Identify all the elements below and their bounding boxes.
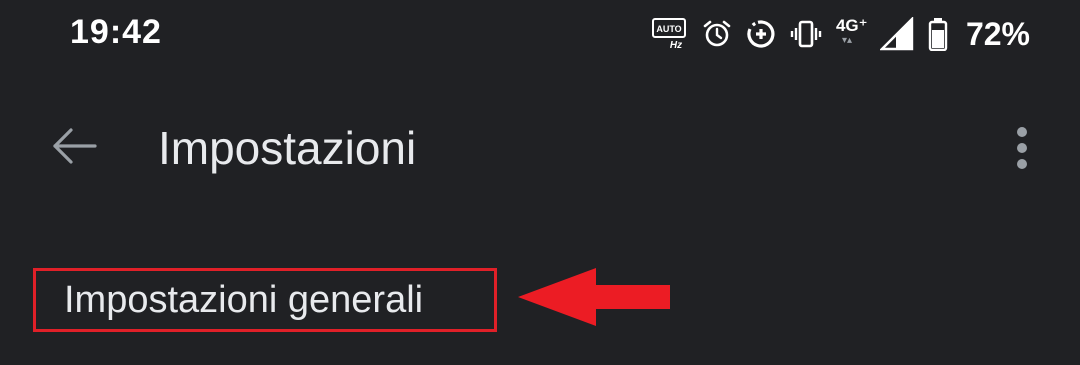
status-icons: AUTO Hz 4G⁺ ▾▴ 72% [651, 14, 1030, 54]
overflow-menu-button[interactable] [1000, 120, 1044, 180]
arrow-back-icon [51, 126, 97, 171]
back-button[interactable] [44, 123, 104, 173]
annotation-arrow [516, 266, 672, 333]
battery-percent: 72% [965, 15, 1030, 52]
data-saver-icon [746, 19, 776, 49]
network-4g-icon: 4G⁺ ▾▴ [835, 14, 868, 54]
network-type-label: 4G⁺ [835, 16, 868, 35]
alarm-icon [702, 19, 732, 49]
status-bar: 19:42 AUTO Hz 4G⁺ ▾▴ 72% [0, 0, 1080, 72]
settings-screen: 19:42 AUTO Hz 4G⁺ ▾▴ 72% Impostazioni Im… [0, 0, 1080, 365]
svg-text:AUTO: AUTO [656, 24, 681, 34]
page-title: Impostazioni [158, 122, 417, 174]
auto-hz-icon: AUTO Hz [651, 18, 688, 50]
svg-text:Hz: Hz [670, 40, 682, 50]
signal-icon [879, 17, 914, 51]
battery-icon [928, 17, 948, 51]
status-time: 19:42 [70, 13, 162, 51]
app-bar: Impostazioni [0, 95, 1080, 205]
network-activity-arrows: ▾▴ [841, 35, 852, 46]
vibrate-icon [790, 19, 822, 49]
settings-item-general[interactable]: Impostazioni generali [33, 268, 497, 332]
settings-item-label: Impostazioni generali [64, 279, 424, 321]
more-vert-icon [1015, 125, 1029, 176]
